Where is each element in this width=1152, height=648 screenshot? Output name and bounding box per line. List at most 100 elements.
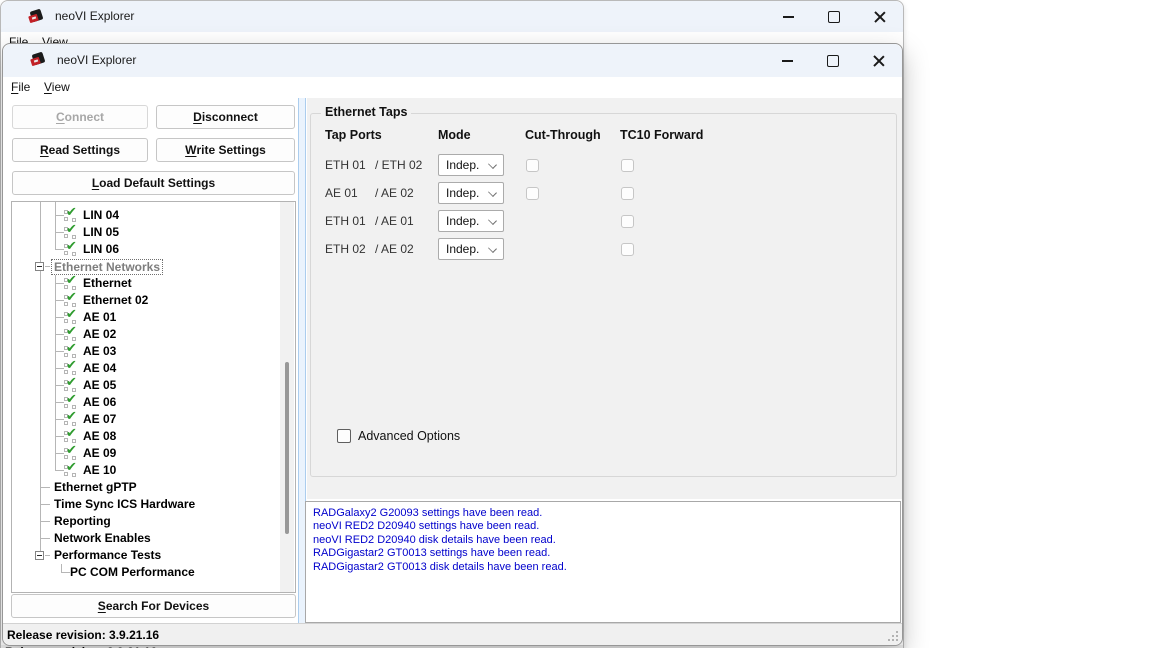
tree-item-label[interactable]: LIN 05: [83, 224, 119, 241]
app-icon: [31, 53, 47, 67]
tree-item-label[interactable]: Ethernet: [83, 275, 132, 292]
close-button[interactable]: [857, 1, 903, 32]
network-check-icon: ✔: [64, 208, 81, 223]
tree-item-ae-06[interactable]: ✔AE 06: [12, 394, 274, 411]
tree-scrollbar[interactable]: [280, 202, 294, 592]
network-check-icon: ✔: [64, 344, 81, 359]
tree-item-label[interactable]: PC COM Performance: [70, 564, 195, 581]
tree-item-label[interactable]: Time Sync ICS Hardware: [54, 496, 195, 513]
tree-item-label[interactable]: AE 03: [83, 343, 116, 360]
tree-collapse-icon[interactable]: [35, 551, 44, 560]
tree-item-label[interactable]: AE 05: [83, 377, 116, 394]
tree-item-network-enables[interactable]: Network Enables: [12, 530, 274, 547]
tree-item-reporting[interactable]: Reporting: [12, 513, 274, 530]
tree-item-lin-04[interactable]: ✔LIN 04: [12, 207, 274, 224]
app-icon: [29, 10, 45, 24]
maximize-icon: [827, 55, 839, 67]
main-window[interactable]: neoVI Explorer File View Connect Disconn…: [2, 43, 903, 646]
network-check-icon: ✔: [64, 327, 81, 342]
tree-item-ae-10[interactable]: ✔AE 10: [12, 462, 274, 479]
titlebar[interactable]: neoVI Explorer: [3, 44, 902, 77]
tree-item-performance-tests[interactable]: Performance Tests: [12, 547, 274, 564]
load-default-settings-button[interactable]: Load Default Settings: [12, 171, 295, 195]
minimize-button[interactable]: [764, 44, 810, 77]
network-check-icon: ✔: [64, 293, 81, 308]
write-settings-button[interactable]: Write Settings: [156, 138, 295, 162]
tc10-forward-checkbox-row-3[interactable]: [621, 215, 634, 228]
chevron-down-icon: [488, 244, 497, 253]
tap-ports-label: ETH 01/ ETH 02: [325, 158, 422, 172]
tree-item-label[interactable]: Network Enables: [54, 530, 151, 547]
mode-select-row-3[interactable]: Indep.: [438, 210, 504, 232]
network-check-icon: ✔: [64, 242, 81, 257]
device-tree[interactable]: ✔LIN 04✔LIN 05✔LIN 06Ethernet Networks✔E…: [11, 201, 296, 593]
group-legend: Ethernet Taps: [321, 105, 411, 119]
log-line: neoVI RED2 D20940 settings have been rea…: [313, 520, 893, 533]
tree-item-lin-05[interactable]: ✔LIN 05: [12, 224, 274, 241]
tree-item-label[interactable]: AE 10: [83, 462, 116, 479]
log-line: RADGigastar2 GT0013 settings have been r…: [313, 547, 893, 560]
tree-item-label[interactable]: Ethernet 02: [83, 292, 148, 309]
tree-item-label[interactable]: LIN 04: [83, 207, 119, 224]
network-check-icon: ✔: [64, 225, 81, 240]
tree-item-ethernet-02[interactable]: ✔Ethernet 02: [12, 292, 274, 309]
tree-item-ethernet-gptp[interactable]: Ethernet gPTP: [12, 479, 274, 496]
tree-item-label[interactable]: AE 08: [83, 428, 116, 445]
disconnect-button[interactable]: Disconnect: [156, 105, 295, 129]
tree-item-label[interactable]: LIN 06: [83, 241, 119, 258]
tree-item-ae-03[interactable]: ✔AE 03: [12, 343, 274, 360]
mode-select-row-1[interactable]: Indep.: [438, 154, 504, 176]
background-window-titlebar[interactable]: neoVI Explorer: [1, 1, 903, 32]
tree-item-ethernet-networks[interactable]: Ethernet Networks: [12, 258, 274, 275]
tree-item-label[interactable]: AE 07: [83, 411, 116, 428]
tree-item-ae-02[interactable]: ✔AE 02: [12, 326, 274, 343]
tree-item-label[interactable]: Performance Tests: [54, 547, 161, 564]
tree-item-label[interactable]: AE 09: [83, 445, 116, 462]
tree-item-label[interactable]: Ethernet gPTP: [54, 479, 137, 496]
maximize-icon: [828, 11, 840, 23]
mode-select-row-4[interactable]: Indep.: [438, 238, 504, 260]
tree-item-ae-09[interactable]: ✔AE 09: [12, 445, 274, 462]
mode-select-row-2[interactable]: Indep.: [438, 182, 504, 204]
view-menu[interactable]: View: [44, 80, 70, 94]
tree-item-ae-01[interactable]: ✔AE 01: [12, 309, 274, 326]
tree-item-label[interactable]: AE 02: [83, 326, 116, 343]
tree-item-ae-05[interactable]: ✔AE 05: [12, 377, 274, 394]
close-button[interactable]: [856, 44, 902, 77]
file-menu[interactable]: File: [11, 80, 30, 94]
minimize-icon: [782, 60, 793, 62]
tree-scrollbar-thumb[interactable]: [285, 362, 289, 534]
tc10-forward-checkbox-row-1[interactable]: [621, 159, 634, 172]
tree-item-label[interactable]: AE 06: [83, 394, 116, 411]
tree-collapse-icon[interactable]: [35, 262, 44, 271]
tc10-forward-checkbox-row-2[interactable]: [621, 187, 634, 200]
maximize-button[interactable]: [810, 44, 856, 77]
tree-item-label[interactable]: AE 01: [83, 309, 116, 326]
ethernet-taps-group: Ethernet Taps Tap Ports Mode Cut-Through…: [310, 113, 897, 477]
log-output: RADGalaxy2 G20093 settings have been rea…: [305, 501, 901, 623]
cut-through-checkbox-row-1[interactable]: [526, 159, 539, 172]
minimize-button[interactable]: [765, 1, 811, 32]
advanced-options-label: Advanced Options: [358, 428, 460, 444]
statusbar: Release revision: 3.9.21.16: [3, 623, 902, 645]
tree-item-time-sync-ics-hardware[interactable]: Time Sync ICS Hardware: [12, 496, 274, 513]
connect-button[interactable]: Connect: [12, 105, 148, 129]
search-for-devices-button[interactable]: Search For Devices: [11, 594, 296, 618]
resize-grip[interactable]: [887, 630, 899, 642]
tree-item-ae-04[interactable]: ✔AE 04: [12, 360, 274, 377]
maximize-button[interactable]: [811, 1, 857, 32]
tree-item-pc-com-performance[interactable]: PC COM Performance: [12, 564, 274, 581]
tree-item-label[interactable]: Reporting: [54, 513, 111, 530]
read-settings-button[interactable]: Read Settings: [12, 138, 148, 162]
column-header-mode: Mode: [438, 128, 471, 142]
window-title: neoVI Explorer: [55, 9, 134, 23]
tree-item-label[interactable]: AE 04: [83, 360, 116, 377]
tree-item-ethernet[interactable]: ✔Ethernet: [12, 275, 274, 292]
log-line: RADGigastar2 GT0013 disk details have be…: [313, 561, 893, 574]
cut-through-checkbox-row-2[interactable]: [526, 187, 539, 200]
tree-item-lin-06[interactable]: ✔LIN 06: [12, 241, 274, 258]
tree-item-ae-08[interactable]: ✔AE 08: [12, 428, 274, 445]
tree-item-ae-07[interactable]: ✔AE 07: [12, 411, 274, 428]
advanced-options-checkbox[interactable]: [337, 429, 351, 443]
tc10-forward-checkbox-row-4[interactable]: [621, 243, 634, 256]
